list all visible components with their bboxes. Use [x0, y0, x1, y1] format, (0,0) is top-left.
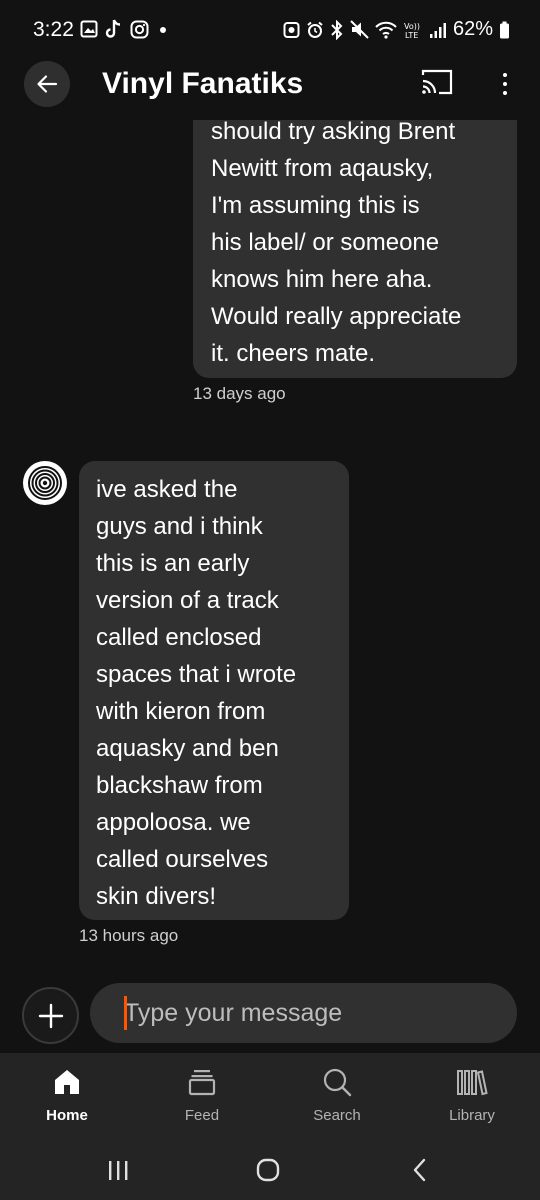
- app-header: Vinyl Fanatiks: [0, 55, 540, 120]
- outgoing-message-bubble: should try asking Brent Newitt from aqau…: [193, 120, 517, 378]
- text-cursor: [124, 996, 127, 1030]
- message-text-line: his label/ or someone: [211, 229, 440, 256]
- bluetooth-icon: [331, 19, 343, 40]
- battery-icon: [500, 21, 509, 38]
- message-text-line: with kieron from: [96, 698, 266, 725]
- message-text-line: it. cheers mate.: [211, 340, 376, 367]
- nav-item-feed[interactable]: Feed: [147, 1065, 257, 1135]
- gallery-icon: [80, 20, 98, 38]
- incoming-message-bubble: ive asked the guys and i think this is a…: [79, 461, 349, 920]
- alarm-app-icon: [283, 21, 300, 38]
- nav-item-home[interactable]: Home: [12, 1065, 122, 1135]
- bottom-navigation: Home Feed Search Library: [0, 1053, 540, 1140]
- system-navigation-bar: [0, 1140, 540, 1200]
- message-text-line: called ourselves: [96, 846, 269, 873]
- avatar[interactable]: [23, 461, 67, 505]
- message-timestamp: 13 days ago: [193, 384, 286, 403]
- message-composer: [0, 982, 540, 1052]
- plus-icon: [38, 1003, 63, 1028]
- nav-label-library: Library: [449, 1107, 495, 1124]
- nav-item-search[interactable]: Search: [282, 1065, 392, 1135]
- message-text-line: version of a track: [96, 587, 279, 614]
- nav-label-feed: Feed: [184, 1107, 220, 1124]
- message-text-line: Newitt from aqausky,: [211, 155, 434, 182]
- message-text-line: knows him here aha.: [211, 266, 433, 293]
- nav-label-search: Search: [313, 1107, 361, 1124]
- message-text-line: aquasky and ben: [96, 735, 279, 762]
- alarm-icon: [307, 21, 323, 38]
- home-icon: [55, 1070, 79, 1094]
- library-icon: [457, 1070, 488, 1096]
- message-text-line: should try asking Brent: [211, 120, 456, 145]
- spiral-avatar-icon: [25, 463, 65, 503]
- add-attachment-button[interactable]: [22, 987, 79, 1044]
- search-icon: [323, 1068, 352, 1097]
- svg-text:LTE: LTE: [405, 31, 418, 39]
- home-circle-icon: [256, 1158, 280, 1182]
- message-text-line: appoloosa. we: [96, 809, 251, 836]
- battery-percentage: 62%: [452, 18, 493, 40]
- message-text-line: blackshaw from: [96, 772, 263, 799]
- message-text-line: Would really appreciate: [211, 303, 462, 330]
- cast-button[interactable]: [420, 67, 456, 99]
- mute-icon: [350, 20, 369, 39]
- conversation-title: Vinyl Fanatiks: [102, 67, 304, 100]
- message-text-line: I'm assuming this is: [211, 192, 420, 219]
- message-list[interactable]: should try asking Brent Newitt from aqau…: [0, 120, 540, 980]
- nav-label-home: Home: [46, 1107, 88, 1124]
- message-text-line: skin divers!: [96, 883, 217, 910]
- message-text-line: called enclosed: [96, 624, 262, 651]
- recents-icon: [109, 1161, 128, 1180]
- message-text-line: guys and i think: [96, 513, 263, 540]
- more-options-button[interactable]: [490, 67, 520, 101]
- volte-icon: Vo))LTE: [404, 22, 420, 39]
- arrow-left-icon: [37, 75, 58, 93]
- system-home-button[interactable]: [250, 1152, 286, 1188]
- more-vertical-icon: [503, 73, 507, 95]
- dot-icon: [160, 27, 166, 33]
- message-input[interactable]: [90, 983, 517, 1043]
- svg-text:Vo)): Vo)): [404, 22, 420, 31]
- signal-icon: [429, 22, 446, 38]
- cast-icon: [421, 69, 453, 95]
- instagram-icon: [130, 20, 149, 38]
- tiktok-icon: [105, 19, 121, 38]
- status-bar: 3:22 Vo)) LTE 62%: [0, 0, 540, 60]
- wifi-icon: [375, 21, 397, 39]
- message-text-line: spaces that i wrote: [96, 661, 297, 688]
- message-text-line: ive asked the: [96, 476, 238, 503]
- recents-button[interactable]: [100, 1152, 136, 1188]
- nav-item-library[interactable]: Library: [417, 1065, 527, 1135]
- message-timestamp: 13 hours ago: [79, 926, 179, 945]
- message-text-line: this is an early: [96, 550, 250, 577]
- feed-icon: [188, 1070, 216, 1096]
- back-button[interactable]: [24, 61, 70, 107]
- system-back-button[interactable]: [402, 1152, 438, 1188]
- status-time: 3:22: [33, 18, 74, 41]
- back-chevron-icon: [413, 1158, 426, 1182]
